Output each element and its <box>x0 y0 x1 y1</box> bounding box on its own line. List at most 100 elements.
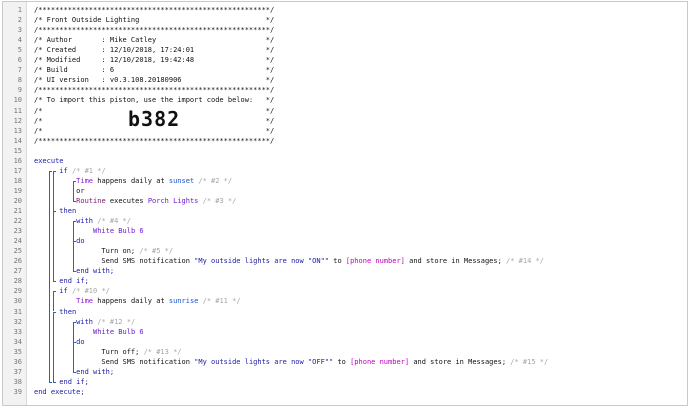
block-line <box>53 170 54 211</box>
code-token: /* #5 */ <box>135 247 174 256</box>
line-number: 27 <box>13 267 22 276</box>
code-line: 38 end if; <box>3 377 687 387</box>
block-tick <box>73 341 76 343</box>
code-token: executes <box>105 196 148 205</box>
code-text: Send SMS notification "My outside lights… <box>34 357 548 367</box>
code-token: Porch Lights <box>147 196 199 205</box>
code-token: /***************************************… <box>34 6 275 14</box>
code-token: /***************************************… <box>34 136 275 145</box>
block-line <box>73 341 74 372</box>
line-number: 34 <box>13 337 22 346</box>
line-number: 17 <box>13 166 22 175</box>
code-line: 23 White Bulb 6 <box>3 226 687 236</box>
code-token: with <box>76 217 94 226</box>
block-tick <box>53 381 56 383</box>
line-number: 23 <box>13 227 22 236</box>
line-number: 25 <box>13 247 22 256</box>
code-line: 37 end with; <box>3 367 687 377</box>
line-number: 35 <box>13 347 22 356</box>
block-tick <box>73 200 76 202</box>
code-text: /***************************************… <box>34 5 274 15</box>
line-number: 36 <box>13 357 22 366</box>
code-line: 34 do <box>3 337 687 347</box>
code-line: 24 do <box>3 236 687 246</box>
code-line: 7 /* Build : 6 */ <box>3 65 687 75</box>
code-line: 9 /**************************************… <box>3 85 687 95</box>
line-number: 22 <box>13 217 22 226</box>
code-line: 26 Send SMS notification "My outside lig… <box>3 256 687 266</box>
code-line: 13/* */ <box>3 126 687 136</box>
code-token: end execute; <box>34 387 85 396</box>
line-number: 9 <box>17 86 22 95</box>
code-text: do <box>34 337 84 347</box>
code-token: and store in Messages; <box>409 357 507 366</box>
code-line: 18 Time happens daily at sunset /* #2 */ <box>3 176 687 186</box>
code-line: 15 <box>3 146 687 156</box>
code-text: Turn on; /* #5 */ <box>34 246 173 256</box>
code-token: /* Author : Mike Catley */ <box>34 36 275 45</box>
block-tick <box>53 211 56 212</box>
code-line: 30 Time happens daily at sunrise /* #11 … <box>3 296 687 306</box>
code-token: /* #2 */ <box>194 176 233 185</box>
code-token: [phone number] <box>345 257 405 266</box>
line-number: 14 <box>13 136 22 145</box>
code-token: Send SMS notification <box>34 257 195 266</box>
code-line: 11/* */ <box>3 106 687 116</box>
code-line: 10 /* To import this piston, use the impo… <box>3 95 687 105</box>
code-text: end if; <box>34 377 89 387</box>
code-line: 16 execute <box>3 156 687 166</box>
code-token: then <box>59 207 77 215</box>
block-line <box>53 291 54 312</box>
code-text: end if; <box>34 276 89 286</box>
code-token: /* #12 */ <box>93 317 136 326</box>
code-text: /* Author : Mike Catley */ <box>34 35 274 45</box>
code-token: /* #14 */ <box>501 257 544 266</box>
code-token: /* Created : 12/10/2018, 17:24:01 */ <box>34 46 275 55</box>
code-line: 29 if /* #10 */ <box>3 286 687 296</box>
code-line: 1 /**************************************… <box>3 5 687 15</box>
line-number: 1 <box>17 6 22 14</box>
code-text: /* Modified : 12/10/2018, 19:42:48 */ <box>34 55 274 65</box>
code-line: 5 /* Created : 12/10/2018, 17:24:01 */ <box>3 45 687 55</box>
line-number: 33 <box>13 327 22 336</box>
code-line: 2 /* Front Outside Lighting */ <box>3 15 687 25</box>
code-token: /* #15 */ <box>506 357 549 366</box>
line-number: 31 <box>13 307 22 316</box>
code-text: /* To import this piston, use the import… <box>34 95 274 105</box>
code-line: 22 with /* #4 */ <box>3 216 687 226</box>
line-number: 4 <box>17 36 22 45</box>
code-token: do <box>76 237 85 246</box>
import-code: b382 <box>128 107 181 131</box>
code-token: /* #11 */ <box>198 297 241 306</box>
code-text: /***************************************… <box>34 85 274 95</box>
code-token: Time <box>76 176 94 185</box>
line-number: 32 <box>13 317 22 326</box>
line-number: 15 <box>13 146 22 155</box>
line-number: 26 <box>13 257 22 266</box>
line-number: 8 <box>17 76 22 85</box>
code-line: 31 then <box>3 307 687 317</box>
line-number: 28 <box>13 277 22 286</box>
code-line: 6 /* Modified : 12/10/2018, 19:42:48 */ <box>3 55 687 65</box>
code-line: 21 then <box>3 206 687 216</box>
line-number: 29 <box>13 287 22 296</box>
code-viewer: 1 /**************************************… <box>2 1 688 406</box>
code-text: Routine executes Porch Lights /* #3 */ <box>34 196 236 206</box>
code-token: White Bulb 6 <box>93 227 144 236</box>
block-line <box>73 180 74 201</box>
code-token: end if; <box>59 277 89 286</box>
code-line: 33 White Bulb 6 <box>3 327 687 337</box>
block-tick <box>53 311 56 313</box>
code-token: /* #10 */ <box>67 287 110 296</box>
code-token: /* Modified : 12/10/2018, 19:42:48 */ <box>34 56 275 65</box>
code-text: if /* #1 */ <box>34 166 105 176</box>
code-line: 25 Turn on; /* #5 */ <box>3 246 687 256</box>
code-line: 28 end if; <box>3 276 687 286</box>
code-line: 32 with /* #12 */ <box>3 317 687 327</box>
line-number: 16 <box>13 156 22 165</box>
line-number: 30 <box>13 297 22 306</box>
code-text: /***************************************… <box>34 25 274 35</box>
code-line: 4 /* Author : Mike Catley */ <box>3 35 687 45</box>
